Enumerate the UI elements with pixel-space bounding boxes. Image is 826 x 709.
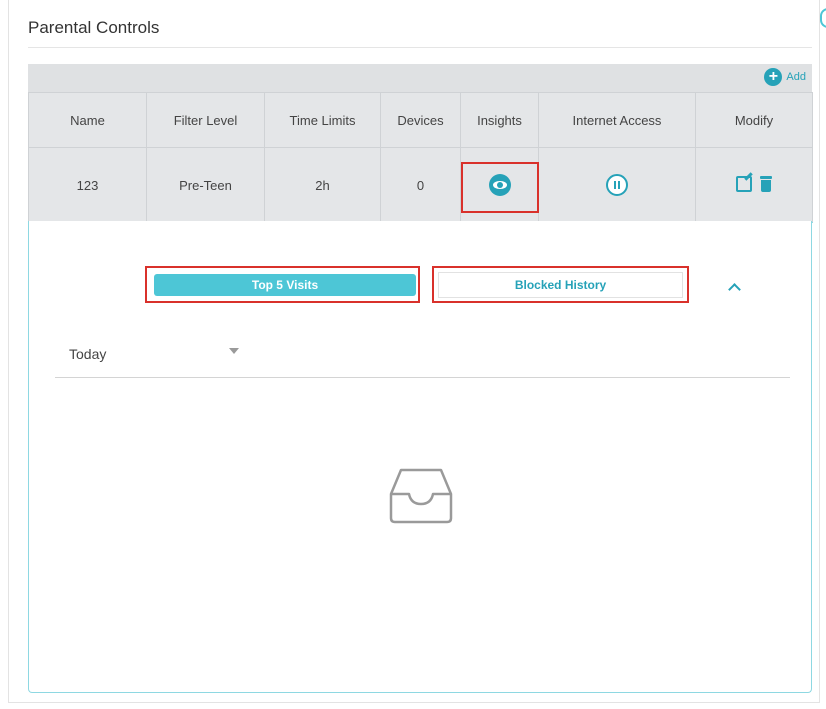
add-button[interactable]: + Add xyxy=(764,68,806,86)
page-title: Parental Controls xyxy=(28,18,160,37)
column-header-time-limits: Time Limits xyxy=(264,92,381,148)
plus-circle-icon: + xyxy=(764,68,783,86)
title-divider xyxy=(28,47,812,48)
table-header-row: Name Filter Level Time Limits Devices In… xyxy=(28,92,813,148)
pause-internet-icon[interactable] xyxy=(606,174,628,196)
cell-insights xyxy=(460,147,539,223)
profiles-table: Name Filter Level Time Limits Devices In… xyxy=(28,92,813,223)
cell-filter-level: Pre-Teen xyxy=(146,147,265,223)
column-header-name: Name xyxy=(28,92,147,148)
caret-down-icon[interactable] xyxy=(229,348,239,354)
empty-inbox-icon xyxy=(389,468,453,524)
blocked-history-highlight-box: Blocked History xyxy=(432,266,689,303)
add-label: Add xyxy=(786,71,806,83)
period-select[interactable]: Today xyxy=(55,338,790,378)
top-visits-highlight-box: Top 5 Visits xyxy=(145,266,420,303)
column-header-insights: Insights xyxy=(460,92,539,148)
chevron-up-icon[interactable] xyxy=(728,281,742,295)
insights-eye-icon[interactable] xyxy=(488,174,511,196)
side-handle xyxy=(820,8,826,28)
tab-top-5-visits[interactable]: Top 5 Visits xyxy=(154,274,416,296)
cell-devices: 0 xyxy=(380,147,461,223)
cell-internet-access xyxy=(538,147,696,223)
edit-icon[interactable] xyxy=(736,175,752,192)
column-header-devices: Devices xyxy=(380,92,461,148)
delete-icon[interactable] xyxy=(760,175,772,192)
table-toolbar: + Add xyxy=(28,64,812,92)
column-header-internet-access: Internet Access xyxy=(538,92,696,148)
tab-blocked-history[interactable]: Blocked History xyxy=(438,272,683,298)
cell-time-limits: 2h xyxy=(264,147,381,223)
period-select-value: Today xyxy=(69,346,107,362)
cell-modify xyxy=(695,147,813,223)
cell-name: 123 xyxy=(28,147,147,223)
table-row[interactable]: 123 Pre-Teen 2h 0 xyxy=(28,147,813,223)
column-header-filter-level: Filter Level xyxy=(146,92,265,148)
column-header-modify: Modify xyxy=(695,92,813,148)
